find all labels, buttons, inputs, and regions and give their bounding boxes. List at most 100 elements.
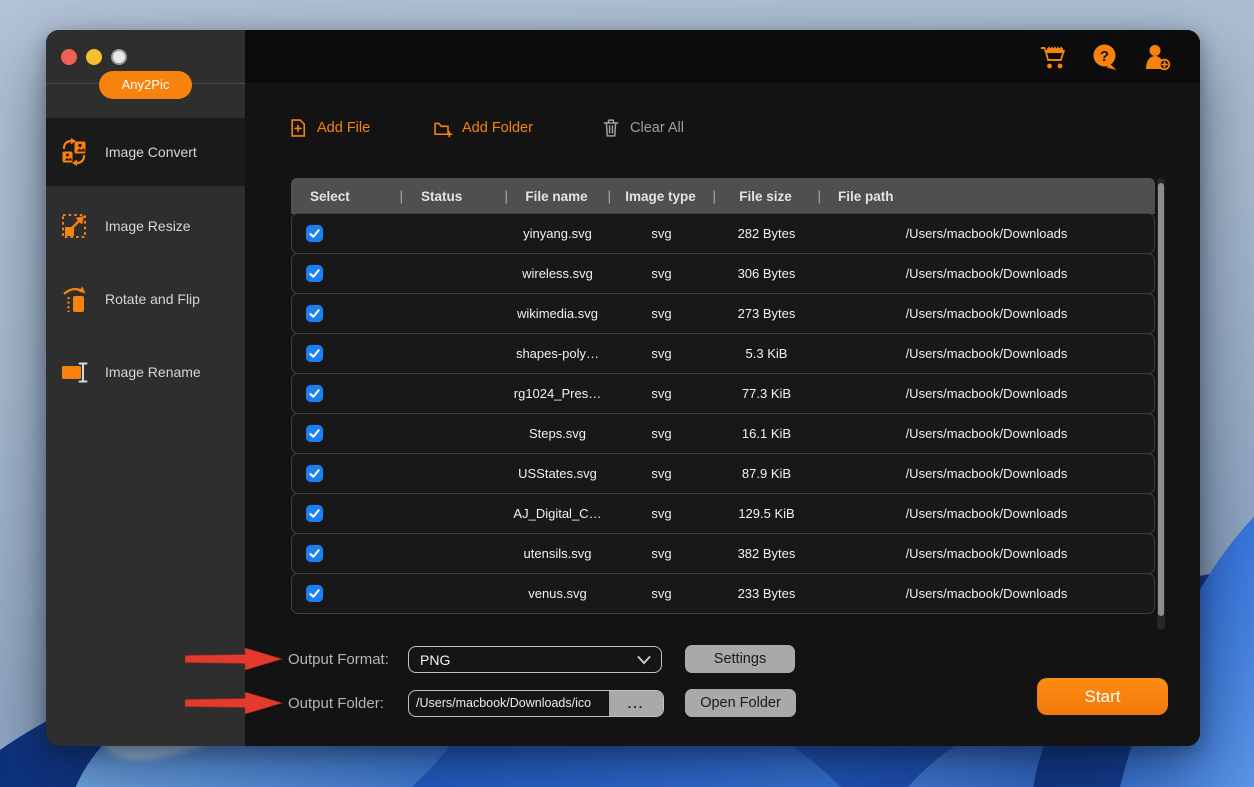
row-checkbox[interactable]: [306, 425, 323, 442]
add-account-icon[interactable]: [1143, 43, 1171, 71]
row-filesize: 5.3 KiB: [714, 346, 819, 361]
col-file-size: File size: [739, 189, 792, 204]
table-row[interactable]: AJ_Digital_C… svg 129.5 KiB /Users/macbo…: [291, 493, 1155, 534]
close-button[interactable]: [61, 49, 77, 65]
browse-button[interactable]: ...: [609, 691, 663, 716]
table-scrollbar[interactable]: [1157, 178, 1165, 630]
row-filepath: /Users/macbook/Downloads: [819, 226, 1154, 241]
row-checkbox[interactable]: [306, 585, 323, 602]
sidebar-item-label: Rotate and Flip: [105, 291, 200, 307]
output-folder-input[interactable]: /Users/macbook/Downloads/ico: [409, 691, 609, 716]
sidebar-item-rotate-flip[interactable]: Rotate and Flip: [46, 265, 245, 333]
row-imagetype: svg: [609, 306, 714, 321]
sidebar-item-label: Image Convert: [105, 144, 197, 160]
sidebar-item-image-rename[interactable]: Image Rename: [46, 338, 245, 406]
row-checkbox[interactable]: [306, 225, 323, 242]
row-filename: wireless.svg: [506, 266, 609, 281]
row-filepath: /Users/macbook/Downloads: [819, 346, 1154, 361]
row-filename: wikimedia.svg: [506, 306, 609, 321]
file-table: Select| Status| File name| Image type| F…: [291, 178, 1155, 614]
row-checkbox[interactable]: [306, 345, 323, 362]
clear-all-button[interactable]: Clear All: [601, 118, 684, 138]
sidebar-item-image-convert[interactable]: Image Convert: [46, 118, 245, 186]
row-filesize: 382 Bytes: [714, 546, 819, 561]
table-row[interactable]: utensils.svg svg 382 Bytes /Users/macboo…: [291, 533, 1155, 574]
window-controls: [61, 49, 127, 65]
row-filename: shapes-poly…: [506, 346, 609, 361]
row-imagetype: svg: [609, 346, 714, 361]
table-header: Select| Status| File name| Image type| F…: [291, 178, 1155, 214]
row-filepath: /Users/macbook/Downloads: [819, 266, 1154, 281]
start-button[interactable]: Start: [1037, 678, 1168, 715]
col-image-type: Image type: [625, 189, 696, 204]
main-panel: Add File Add Folder Clear All: [245, 83, 1200, 746]
col-file-path: File path: [838, 189, 894, 204]
row-imagetype: svg: [609, 266, 714, 281]
output-folder-label: Output Folder:: [288, 690, 418, 717]
add-folder-button[interactable]: Add Folder: [433, 118, 533, 138]
row-filename: USStates.svg: [506, 466, 609, 481]
rotate-flip-icon: [60, 285, 88, 313]
row-imagetype: svg: [609, 586, 714, 601]
row-filesize: 282 Bytes: [714, 226, 819, 241]
sidebar-item-image-resize[interactable]: Image Resize: [46, 192, 245, 260]
row-imagetype: svg: [609, 426, 714, 441]
image-resize-icon: [60, 212, 88, 240]
col-select: Select: [310, 189, 350, 204]
output-format-select[interactable]: PNG: [408, 646, 662, 673]
row-filepath: /Users/macbook/Downloads: [819, 546, 1154, 561]
row-imagetype: svg: [609, 226, 714, 241]
row-checkbox[interactable]: [306, 385, 323, 402]
row-filesize: 129.5 KiB: [714, 506, 819, 521]
output-folder-field: /Users/macbook/Downloads/ico ...: [408, 690, 664, 717]
row-imagetype: svg: [609, 386, 714, 401]
open-folder-button[interactable]: Open Folder: [685, 689, 796, 717]
add-folder-label: Add Folder: [462, 120, 533, 136]
row-filepath: /Users/macbook/Downloads: [819, 386, 1154, 401]
row-filesize: 306 Bytes: [714, 266, 819, 281]
row-filename: yinyang.svg: [506, 226, 609, 241]
table-row[interactable]: yinyang.svg svg 282 Bytes /Users/macbook…: [291, 213, 1155, 254]
row-filesize: 233 Bytes: [714, 586, 819, 601]
minimize-button[interactable]: [86, 49, 102, 65]
cart-icon[interactable]: [1039, 43, 1067, 71]
add-file-icon: [288, 118, 308, 138]
table-row[interactable]: venus.svg svg 233 Bytes /Users/macbook/D…: [291, 573, 1155, 614]
row-checkbox[interactable]: [306, 465, 323, 482]
row-filesize: 16.1 KiB: [714, 426, 819, 441]
row-filename: Steps.svg: [506, 426, 609, 441]
row-filename: venus.svg: [506, 586, 609, 601]
row-imagetype: svg: [609, 506, 714, 521]
row-filename: rg1024_Pres…: [506, 386, 609, 401]
row-checkbox[interactable]: [306, 305, 323, 322]
output-format-value: PNG: [420, 652, 450, 668]
app-window: Any2Pic Image Convert: [46, 30, 1200, 746]
table-row[interactable]: wireless.svg svg 306 Bytes /Users/macboo…: [291, 253, 1155, 294]
table-row[interactable]: rg1024_Pres… svg 77.3 KiB /Users/macbook…: [291, 373, 1155, 414]
zoom-button[interactable]: [111, 49, 127, 65]
add-file-label: Add File: [317, 120, 370, 136]
add-file-button[interactable]: Add File: [288, 118, 370, 138]
table-row[interactable]: shapes-poly… svg 5.3 KiB /Users/macbook/…: [291, 333, 1155, 374]
row-checkbox[interactable]: [306, 545, 323, 562]
add-folder-icon: [433, 118, 453, 138]
row-filepath: /Users/macbook/Downloads: [819, 306, 1154, 321]
row-checkbox[interactable]: [306, 265, 323, 282]
row-checkbox[interactable]: [306, 505, 323, 522]
table-row[interactable]: USStates.svg svg 87.9 KiB /Users/macbook…: [291, 453, 1155, 494]
image-convert-icon: [60, 138, 88, 166]
annotation-arrow-output-folder: [185, 692, 283, 714]
row-filepath: /Users/macbook/Downloads: [819, 466, 1154, 481]
titlebar: ?: [245, 30, 1200, 83]
scrollbar-thumb[interactable]: [1158, 183, 1164, 617]
table-row[interactable]: wikimedia.svg svg 273 Bytes /Users/macbo…: [291, 293, 1155, 334]
row-filepath: /Users/macbook/Downloads: [819, 426, 1154, 441]
help-icon[interactable]: ?: [1091, 43, 1119, 71]
output-format-label: Output Format:: [288, 646, 418, 673]
settings-button[interactable]: Settings: [685, 645, 795, 673]
table-row[interactable]: Steps.svg svg 16.1 KiB /Users/macbook/Do…: [291, 413, 1155, 454]
row-imagetype: svg: [609, 466, 714, 481]
clear-all-label: Clear All: [630, 120, 684, 136]
sidebar-item-label: Image Resize: [105, 218, 191, 234]
row-filesize: 77.3 KiB: [714, 386, 819, 401]
